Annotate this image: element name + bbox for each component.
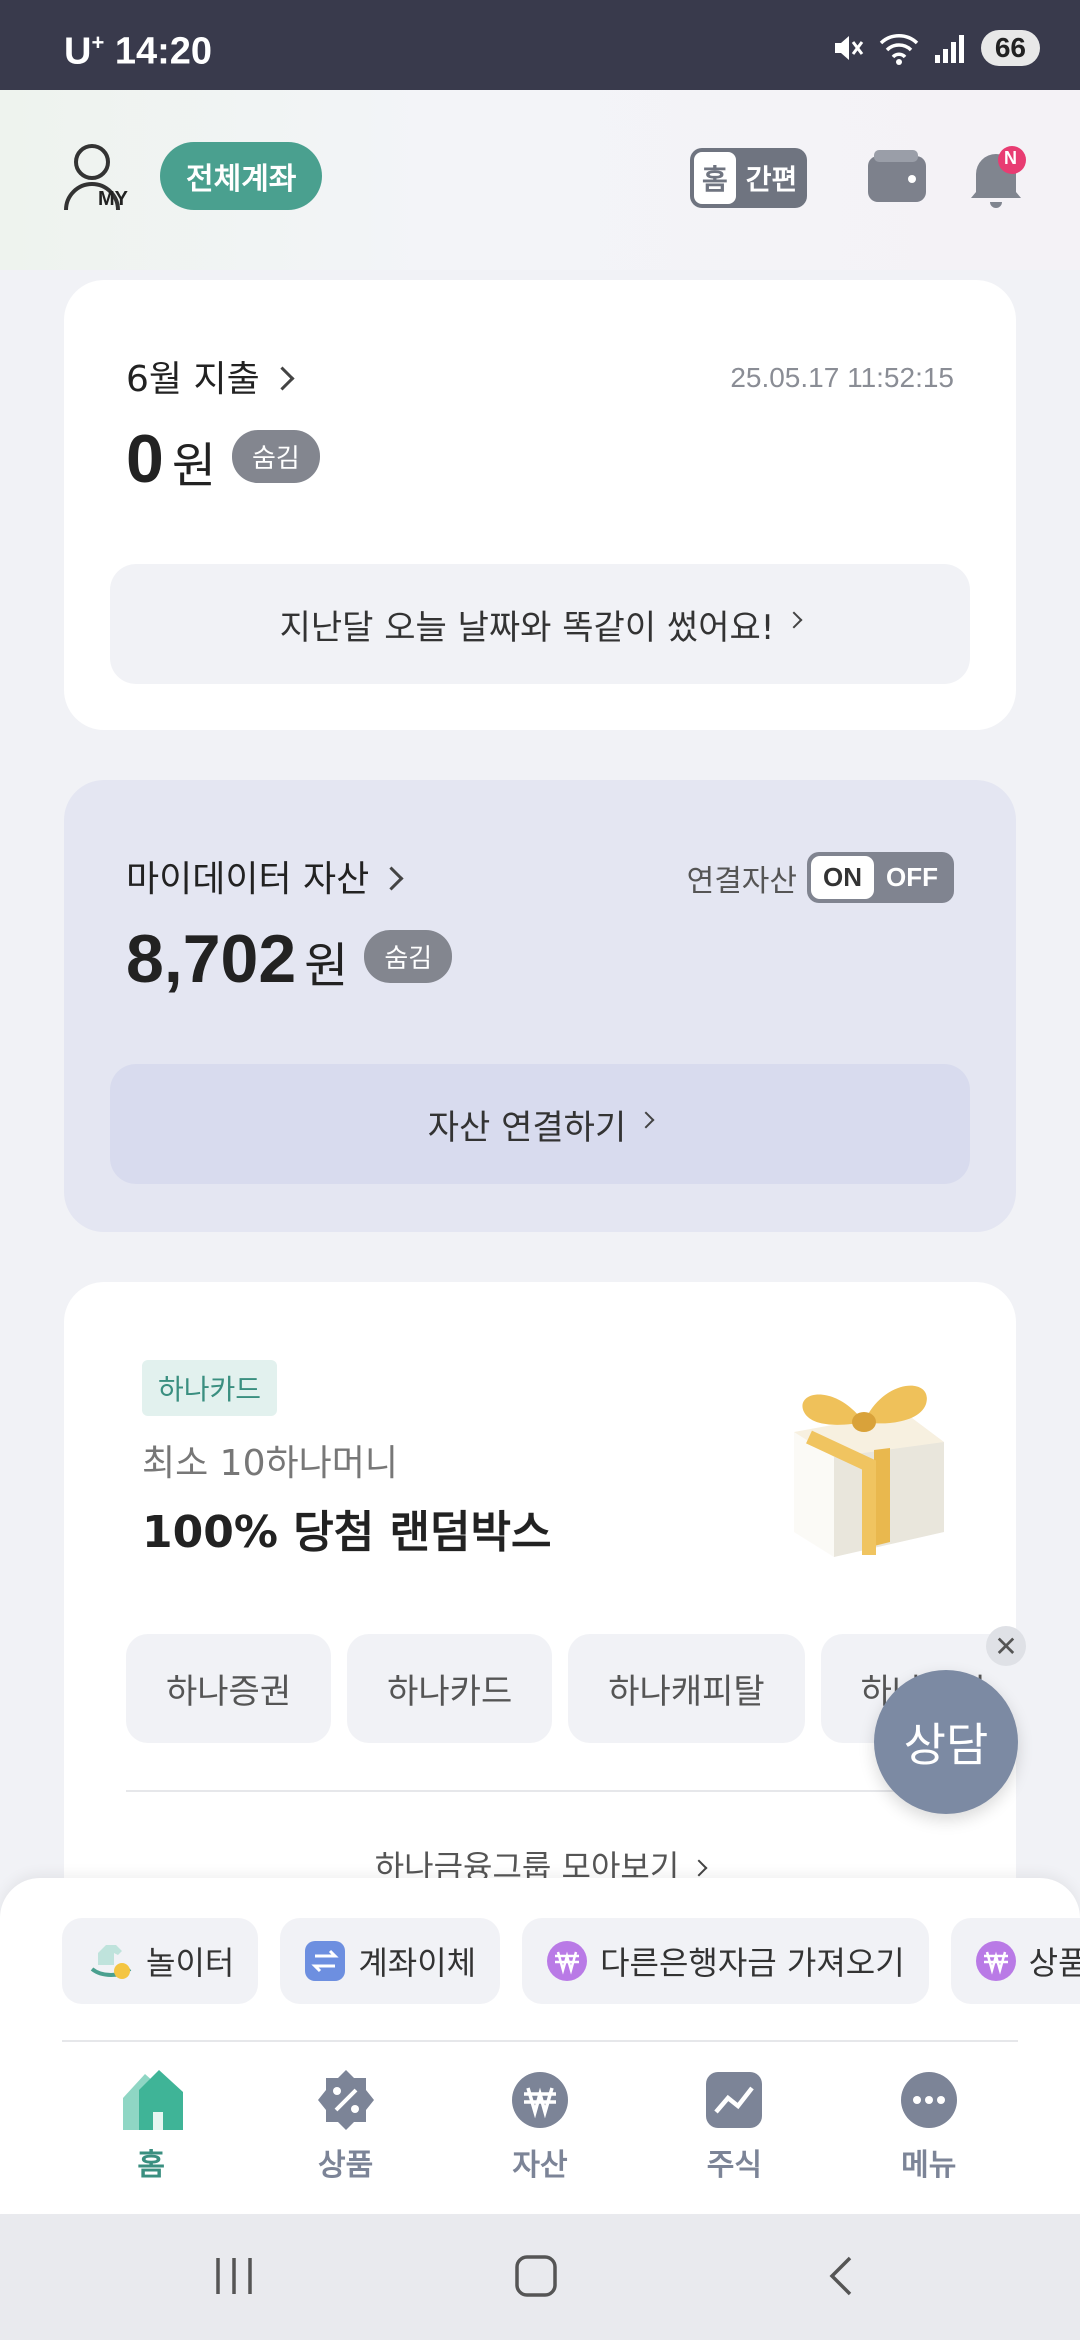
quick-products-button[interactable]: 상품 bbox=[950, 1918, 1080, 2004]
gift-box-icon bbox=[794, 1385, 944, 1557]
home-icon bbox=[123, 2070, 184, 2130]
promo-card[interactable]: 하나카드 최소 10하나머니 100% 당첨 랜덤박스 하나증권 하나카드 하나… bbox=[64, 1282, 1016, 1982]
promo-title: 100% 당첨 랜덤박스 bbox=[142, 1507, 552, 1558]
quick-fetch-funds-button[interactable]: 다른은행자금 가져오기 bbox=[522, 1918, 929, 2004]
wallet-button[interactable] bbox=[866, 148, 928, 208]
more-icon bbox=[900, 2072, 957, 2128]
chevron-right-icon bbox=[785, 611, 803, 629]
chevron-right-icon bbox=[690, 1859, 708, 1877]
rocking-horse-icon bbox=[90, 1945, 132, 1979]
mydata-asset-card: 마이데이터 자산 연결자산 ON OFF 8,702 원 숨김 자산 연결하기 bbox=[64, 780, 1016, 1232]
compare-last-month-button[interactable]: 지난달 오늘 날짜와 똑같이 썼어요! bbox=[110, 564, 970, 684]
won-coin-icon bbox=[975, 1941, 1016, 1981]
notification-badge: N bbox=[1004, 148, 1017, 168]
chevron-right-icon bbox=[270, 366, 295, 391]
consult-button[interactable]: 상담 bbox=[874, 1670, 1018, 1814]
quick-playground-button[interactable]: 놀이터 bbox=[62, 1918, 259, 2004]
wallet-icon bbox=[868, 150, 926, 202]
back-icon[interactable] bbox=[820, 2254, 864, 2298]
hide-amount-button[interactable]: 숨김 bbox=[364, 929, 453, 983]
timestamp: 25.05.17 11:52:15 bbox=[730, 362, 954, 393]
nav-stocks[interactable]: 주식 bbox=[674, 2068, 794, 2184]
clock: 14:20 bbox=[114, 30, 213, 73]
status-bar: U+ 14:20 66 bbox=[0, 0, 1080, 90]
home-mode-badge: 홈 bbox=[694, 152, 736, 204]
close-consult-icon[interactable]: ✕ bbox=[986, 1626, 1026, 1666]
divider bbox=[126, 1790, 954, 1792]
simple-mode-label: 간편 bbox=[745, 163, 798, 196]
chip-hana-capital[interactable]: 하나캐피탈 bbox=[568, 1634, 805, 1743]
nav-menu[interactable]: 메뉴 bbox=[869, 2068, 989, 2184]
battery-indicator: 66 bbox=[980, 30, 1040, 66]
bottom-panel: 놀이터 계좌이체 다른은행자금 가져오기 상품 홈 상품 자산 주식 메뉴 bbox=[0, 1878, 1080, 2214]
won-circle-icon bbox=[511, 2072, 568, 2128]
nav-products[interactable]: 상품 bbox=[286, 2068, 406, 2184]
bell-icon bbox=[971, 146, 1026, 208]
asset-title-link[interactable]: 마이데이터 자산 bbox=[126, 850, 404, 902]
percent-badge-icon bbox=[317, 2070, 374, 2130]
chart-icon bbox=[706, 2072, 763, 2128]
chip-hana-securities[interactable]: 하나증권 bbox=[126, 1634, 332, 1743]
recent-apps-icon[interactable] bbox=[212, 2254, 256, 2298]
promo-tag: 하나카드 bbox=[142, 1360, 278, 1416]
carrier-label: U+ 14:20 bbox=[64, 30, 213, 73]
spending-card: 6월 지출 25.05.17 11:52:15 0 원 숨김 지난달 오늘 날짜와 … bbox=[64, 280, 1016, 730]
my-profile-button[interactable]: MY bbox=[62, 140, 132, 215]
system-navigation-bar bbox=[0, 2214, 1080, 2340]
spending-title-link[interactable]: 6월 지출 bbox=[126, 350, 295, 402]
bottom-nav: 홈 상품 자산 주식 메뉴 bbox=[0, 2068, 1080, 2184]
mute-icon bbox=[834, 36, 864, 60]
signal-icon bbox=[934, 35, 964, 63]
connect-asset-button[interactable]: 자산 연결하기 bbox=[110, 1064, 970, 1184]
quick-transfer-button[interactable]: 계좌이체 bbox=[280, 1918, 501, 2004]
nav-home[interactable]: 홈 bbox=[91, 2068, 211, 2184]
divider bbox=[62, 2040, 1018, 2042]
wifi-icon bbox=[879, 34, 919, 65]
home-button-icon[interactable] bbox=[514, 2254, 558, 2298]
quick-actions: 놀이터 계좌이체 다른은행자금 가져오기 상품 bbox=[62, 1918, 1080, 2004]
chevron-right-icon bbox=[379, 866, 404, 891]
hide-amount-button[interactable]: 숨김 bbox=[232, 429, 320, 483]
linked-asset-label: 연결자산 bbox=[686, 863, 797, 899]
my-label: MY bbox=[98, 188, 128, 210]
simple-mode-toggle[interactable]: 홈 간편 bbox=[690, 148, 808, 208]
linked-asset-toggle[interactable]: 연결자산 ON OFF bbox=[687, 852, 954, 903]
chip-hana-card[interactable]: 하나카드 bbox=[347, 1634, 553, 1743]
on-off-switch[interactable]: ON OFF bbox=[807, 852, 954, 903]
nav-assets[interactable]: 자산 bbox=[480, 2068, 600, 2184]
chevron-right-icon bbox=[637, 1111, 655, 1129]
notifications-button[interactable]: N bbox=[966, 144, 1028, 214]
spending-amount: 0 원 숨김 bbox=[126, 420, 320, 498]
won-coin-icon bbox=[547, 1941, 588, 1981]
asset-amount: 8,702 원 숨김 bbox=[126, 920, 453, 998]
promo-subtitle: 최소 10하나머니 bbox=[142, 1443, 398, 1484]
all-accounts-button[interactable]: 전체계좌 bbox=[160, 142, 323, 210]
status-icons: 66 bbox=[831, 30, 1040, 66]
transfer-icon bbox=[305, 1941, 346, 1981]
